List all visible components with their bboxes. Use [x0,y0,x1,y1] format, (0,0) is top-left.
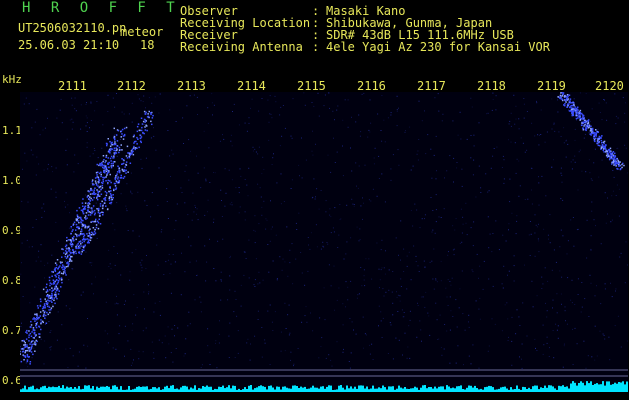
y-tick-label: 1.0 [2,174,22,187]
x-tick-label: 2117 [417,79,446,93]
x-tick-label: 2116 [357,79,386,93]
spectrogram-background [20,92,628,392]
capture-datetime: 25.06.03 21:10 [18,38,120,52]
x-tick-label: 2112 [117,79,146,93]
x-tick-label: 2114 [237,79,266,93]
x-tick-label: 2115 [297,79,326,93]
x-tick-label: 2111 [58,79,87,93]
y-tick-label: 1.1 [2,124,22,137]
x-tick-label: 2119 [537,79,566,93]
app-brand: H R O F F T [22,0,181,16]
meta-colon: : [312,40,320,54]
spectrogram-plot [20,92,628,392]
meta-key-antenna: Receiving Antenna [180,40,303,54]
x-tick-label: 2120 [595,79,624,93]
meteor-count: 18 [140,38,155,52]
x-tick-label: 2113 [177,79,206,93]
x-tick-label: 2118 [477,79,506,93]
y-tick-label: 0.9 [2,224,22,237]
y-tick-label: 0.7 [2,324,22,337]
image-filename: UT2506032110.pn [18,21,127,35]
y-axis-unit: kHz [2,73,22,86]
meta-value-antenna: 4ele Yagi Az 230 for Kansai VOR [326,40,550,54]
filename-suffix: meteor [120,25,164,39]
y-tick-label: 0.6 [2,374,22,387]
y-tick-label: 0.8 [2,274,22,287]
